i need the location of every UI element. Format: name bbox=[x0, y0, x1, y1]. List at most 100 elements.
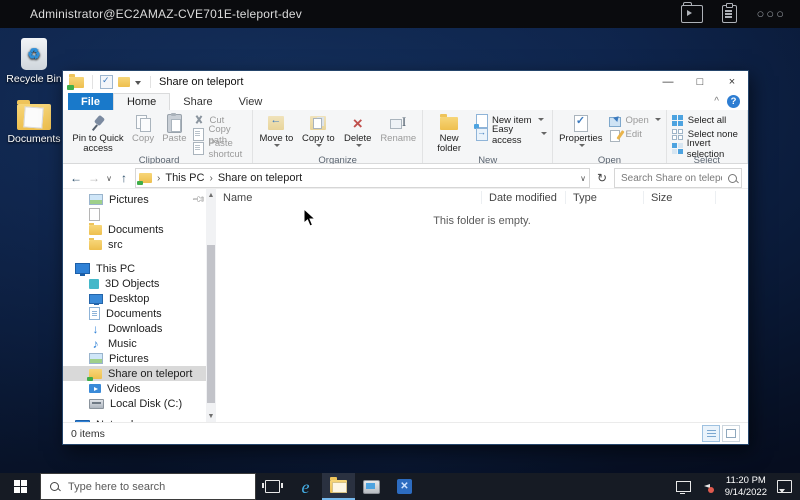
column-headers: Name Date modified Type Size bbox=[216, 189, 748, 206]
file-list-pane[interactable]: Name Date modified Type Size This folder… bbox=[216, 189, 748, 422]
taskbar-search-input[interactable] bbox=[66, 480, 246, 494]
forward-icon[interactable]: → bbox=[87, 171, 101, 185]
sidebar-item-unnamed-file[interactable]: 📌︎ bbox=[63, 207, 206, 222]
tab-file[interactable]: File bbox=[68, 93, 113, 110]
sidebar-item-documents[interactable]: Documents 📌︎ bbox=[63, 222, 206, 237]
more-options-icon[interactable]: ○○○ bbox=[756, 6, 786, 22]
documents-icon bbox=[89, 307, 100, 320]
sidebar-item-this-pc[interactable]: This PC 📌︎ bbox=[63, 261, 206, 276]
task-view-button[interactable] bbox=[256, 473, 289, 500]
pin-to-quick-access-button[interactable]: Pin to Quick access bbox=[68, 110, 128, 155]
sidebar-item-pictures[interactable]: Pictures 📌︎ bbox=[63, 192, 206, 207]
dropdown-arrow-icon bbox=[274, 144, 280, 150]
clipboard-icon[interactable] bbox=[722, 5, 737, 23]
properties-quick-icon[interactable] bbox=[100, 75, 113, 89]
start-button[interactable] bbox=[0, 473, 40, 500]
status-bar: 0 items bbox=[63, 422, 748, 444]
explorer-content: Pictures 📌︎ 📌︎ Documents 📌︎ src 📌︎ This … bbox=[63, 188, 748, 422]
share-directory-icon[interactable] bbox=[681, 5, 703, 23]
breadcrumb-this-pc[interactable]: This PC bbox=[165, 172, 204, 184]
column-header-name[interactable]: Name bbox=[216, 191, 482, 204]
copy-to-button[interactable]: Copy to bbox=[298, 110, 340, 155]
edit-button[interactable]: Edit bbox=[609, 128, 660, 141]
help-icon[interactable]: ? bbox=[727, 95, 740, 108]
collapse-ribbon-icon[interactable]: ^ bbox=[714, 96, 719, 107]
file-explorer-button[interactable] bbox=[322, 473, 355, 500]
recent-locations-dropdown-icon[interactable]: ∨ bbox=[105, 174, 113, 183]
action-center-icon[interactable] bbox=[777, 480, 792, 493]
open-button[interactable]: Open bbox=[609, 114, 660, 127]
delete-button[interactable]: × Delete bbox=[339, 110, 376, 155]
column-header-date-modified[interactable]: Date modified bbox=[482, 191, 566, 204]
navigation-pane: Pictures 📌︎ 📌︎ Documents 📌︎ src 📌︎ This … bbox=[63, 189, 206, 422]
nav-scrollbar[interactable]: ▲ ▼ bbox=[206, 189, 216, 422]
sidebar-item-music[interactable]: Music 📌︎ bbox=[63, 336, 206, 351]
taskbar-clock[interactable]: 11:20 PM 9/14/2022 bbox=[725, 475, 767, 498]
network-icon bbox=[75, 420, 90, 423]
paste-shortcut-button[interactable]: Paste shortcut bbox=[193, 142, 247, 155]
network-icon[interactable] bbox=[676, 481, 691, 492]
tab-view[interactable]: View bbox=[226, 93, 276, 110]
scroll-thumb[interactable] bbox=[207, 245, 215, 403]
sidebar-item-downloads[interactable]: Downloads 📌︎ bbox=[63, 321, 206, 336]
sidebar-item-share-on-teleport[interactable]: Share on teleport 📌︎ bbox=[63, 366, 206, 381]
customize-toolbar-dropdown-icon[interactable] bbox=[135, 81, 141, 88]
caption-buttons: — □ × bbox=[652, 71, 748, 93]
explorer-search-input[interactable] bbox=[619, 172, 724, 185]
select-all-button[interactable]: Select all bbox=[672, 114, 742, 127]
tab-home[interactable]: Home bbox=[113, 93, 170, 110]
server-manager-button[interactable] bbox=[355, 473, 388, 500]
address-bar: ← → ∨ ↑ › This PC › Share on teleport ∨ … bbox=[63, 168, 748, 188]
internet-explorer-button[interactable]: e bbox=[289, 473, 322, 500]
invert-selection-button[interactable]: Invert selection bbox=[672, 142, 742, 155]
downloads-icon bbox=[89, 323, 102, 335]
desktop[interactable]: ♻ Recycle Bin Documents Share on telepor… bbox=[0, 28, 800, 473]
back-icon[interactable]: ← bbox=[69, 171, 83, 185]
minimize-button[interactable]: — bbox=[652, 71, 684, 93]
details-view-button[interactable] bbox=[702, 425, 720, 442]
copy-path-icon bbox=[193, 128, 204, 141]
sidebar-item-label: Music bbox=[108, 338, 137, 350]
sidebar-item-3d-objects[interactable]: 3D Objects 📌︎ bbox=[63, 276, 206, 291]
tray-date: 9/14/2022 bbox=[725, 487, 767, 498]
new-folder-quick-icon[interactable] bbox=[118, 77, 130, 87]
sidebar-item-src[interactable]: src 📌︎ bbox=[63, 237, 206, 252]
mouse-cursor bbox=[303, 208, 316, 227]
address-dropdown-icon[interactable]: ∨ bbox=[580, 174, 586, 183]
sidebar-item-documents[interactable]: Documents 📌︎ bbox=[63, 306, 206, 321]
tab-share[interactable]: Share bbox=[170, 93, 225, 110]
large-icons-view-button[interactable] bbox=[722, 425, 740, 442]
sidebar-item-label: Downloads bbox=[108, 323, 162, 335]
refresh-icon[interactable]: ↻ bbox=[594, 171, 610, 185]
paste-button[interactable]: Paste bbox=[158, 110, 190, 155]
volume-muted-icon[interactable] bbox=[701, 481, 715, 493]
breadcrumb-share-on-teleport[interactable]: Share on teleport bbox=[218, 172, 302, 184]
scroll-up-icon[interactable]: ▲ bbox=[208, 189, 215, 201]
title-bar[interactable]: Share on teleport — □ × bbox=[63, 71, 748, 93]
sidebar-item-pictures[interactable]: Pictures 📌︎ bbox=[63, 351, 206, 366]
column-header-size[interactable]: Size bbox=[644, 191, 716, 204]
new-folder-button[interactable]: New folder bbox=[425, 110, 473, 155]
taskbar-search[interactable] bbox=[40, 473, 256, 500]
powershell-button[interactable]: ✕ bbox=[388, 473, 421, 500]
column-header-type[interactable]: Type bbox=[566, 191, 644, 204]
session-actions: ○○○ bbox=[681, 5, 786, 23]
up-icon[interactable]: ↑ bbox=[117, 171, 131, 185]
sidebar-item-videos[interactable]: Videos 📌︎ bbox=[63, 381, 206, 396]
sidebar-item-local-disk-c[interactable]: Local Disk (C:) 📌︎ bbox=[63, 396, 206, 411]
sidebar-item-desktop[interactable]: Desktop 📌︎ bbox=[63, 291, 206, 306]
properties-button[interactable]: Properties bbox=[555, 110, 606, 155]
move-to-button[interactable]: Move to bbox=[255, 110, 297, 155]
desktop-icon-recycle-bin[interactable]: ♻ Recycle Bin bbox=[2, 36, 66, 85]
easy-access-button[interactable]: Easy access bbox=[476, 128, 547, 141]
powershell-icon: ✕ bbox=[397, 479, 412, 494]
close-button[interactable]: × bbox=[716, 71, 748, 93]
desktop-icon-label: Recycle Bin bbox=[2, 73, 66, 85]
breadcrumb[interactable]: › This PC › Share on teleport ∨ bbox=[135, 168, 590, 188]
explorer-search[interactable] bbox=[614, 168, 742, 188]
rename-button[interactable]: Rename bbox=[376, 110, 420, 155]
copy-button[interactable]: Copy bbox=[128, 110, 158, 155]
scroll-down-icon[interactable]: ▼ bbox=[208, 410, 215, 422]
maximize-button[interactable]: □ bbox=[684, 71, 716, 93]
desktop-icon-documents[interactable]: Documents bbox=[2, 96, 66, 145]
